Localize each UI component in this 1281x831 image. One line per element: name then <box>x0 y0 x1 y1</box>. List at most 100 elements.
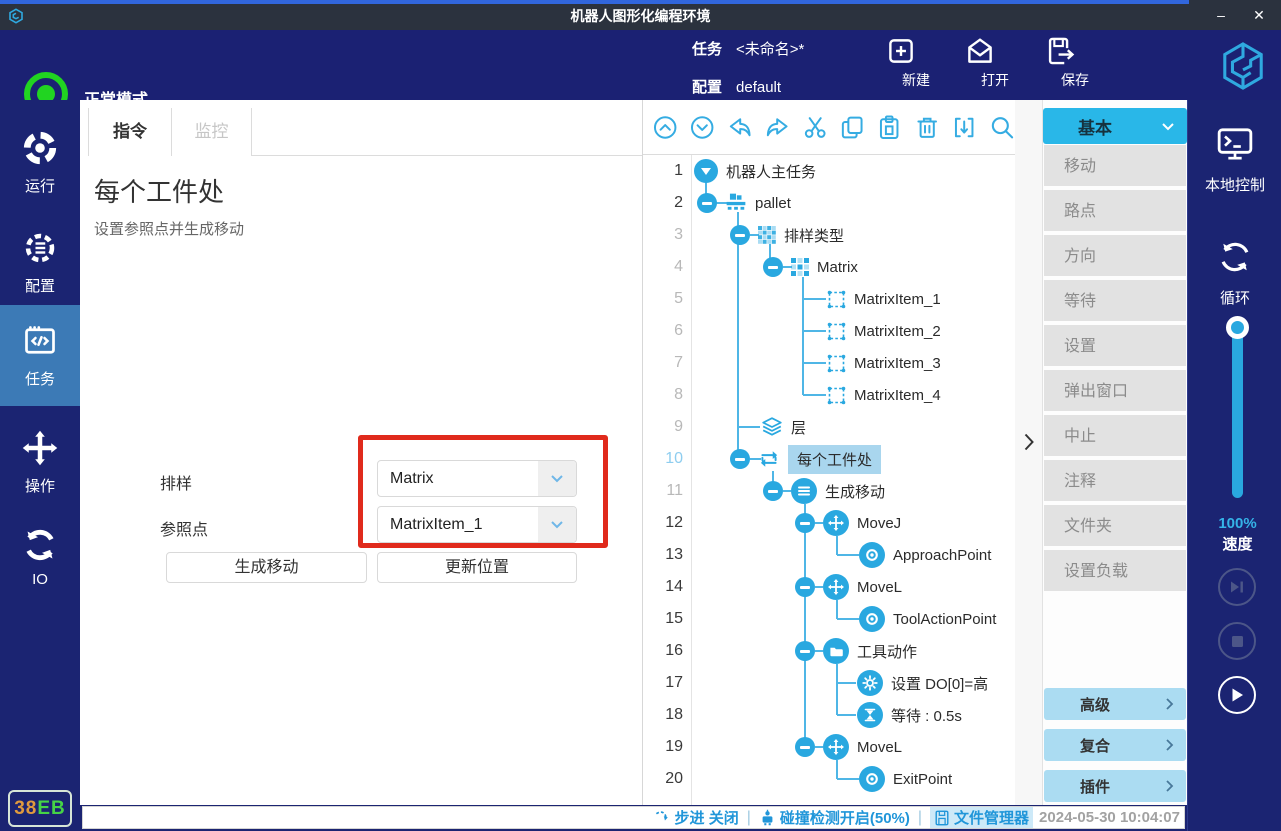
palette-item-wait[interactable]: 等待 <box>1044 280 1186 323</box>
line-number: 4 <box>643 251 683 283</box>
insert-icon[interactable] <box>951 114 977 141</box>
pattern-select[interactable]: Matrix <box>377 460 577 497</box>
play-button[interactable] <box>1218 676 1256 714</box>
chevron-down-icon[interactable] <box>538 507 576 542</box>
new-task-button[interactable]: 新建 <box>884 34 948 90</box>
line-number-divider <box>691 155 692 805</box>
palette-group-plugin[interactable]: 插件 <box>1044 770 1186 802</box>
tab-instruction[interactable]: 指令 <box>88 108 172 156</box>
expand-node-icon[interactable] <box>694 159 718 183</box>
local-control-icon <box>1215 125 1255 163</box>
tree-row-exit-point[interactable]: ExitPoint <box>859 763 952 795</box>
palette-item-popup[interactable]: 弹出窗口 <box>1044 370 1186 413</box>
collapse-node-icon[interactable] <box>795 513 815 533</box>
redo-icon[interactable] <box>764 114 790 141</box>
tree-row-matrix-item[interactable]: MatrixItem_1 <box>827 283 941 315</box>
palette-item-move[interactable]: 移动 <box>1044 145 1186 188</box>
open-task-button[interactable]: 打开 <box>963 34 1027 90</box>
collision-detection-status[interactable]: 碰撞检测开启(50%) <box>759 807 910 828</box>
local-control-button[interactable]: 本地控制 <box>1188 125 1281 195</box>
cut-icon[interactable] <box>802 114 828 141</box>
loop-mode-button[interactable]: 循环 <box>1188 238 1281 308</box>
collapse-node-icon[interactable] <box>697 193 717 213</box>
tree-row-main-task[interactable]: 机器人主任务 <box>694 155 816 187</box>
run-icon <box>22 130 58 166</box>
tree-row-pallet[interactable]: pallet <box>697 187 791 219</box>
sidebar-item-io[interactable]: IO <box>0 510 80 606</box>
tree-row-movej[interactable]: MoveJ <box>795 507 901 539</box>
tab-monitor[interactable]: 监控 <box>172 108 252 156</box>
sidebar-item-config[interactable]: 配置 <box>0 212 80 308</box>
palette-item-set[interactable]: 设置 <box>1044 325 1186 368</box>
sidebar-item-operate[interactable]: 操作 <box>0 412 80 508</box>
tree-row-per-workpiece[interactable]: 每个工件处 <box>730 443 881 475</box>
undo-icon[interactable] <box>727 114 753 141</box>
line-number: 16 <box>643 635 683 667</box>
palette-item-comment[interactable]: 注释 <box>1044 460 1186 503</box>
tree-row-layer[interactable]: 层 <box>761 411 806 443</box>
palette-group-basic[interactable]: 基本 <box>1043 108 1187 144</box>
tree-row-tool-action[interactable]: 工具动作 <box>795 635 917 667</box>
close-button[interactable]: ✕ <box>1247 4 1271 26</box>
tree-row-set-do[interactable]: 设置 DO[0]=高 <box>857 667 988 699</box>
palette-item-direction[interactable]: 方向 <box>1044 235 1186 278</box>
palette-group-composite[interactable]: 复合 <box>1044 729 1186 761</box>
tree-row-matrix-item[interactable]: MatrixItem_4 <box>827 379 941 411</box>
collapse-node-icon[interactable] <box>763 257 783 277</box>
chevron-right-icon[interactable] <box>1023 432 1035 452</box>
paste-icon[interactable] <box>876 114 902 141</box>
layers-icon <box>761 417 783 437</box>
sidebar-item-task[interactable]: 任务 <box>0 305 80 406</box>
tree-row-matrix-item[interactable]: MatrixItem_3 <box>827 347 941 379</box>
collapse-node-icon[interactable] <box>730 449 750 469</box>
open-icon <box>963 34 997 68</box>
expand-all-icon[interactable] <box>689 114 715 141</box>
generate-move-button[interactable]: 生成移动 <box>166 552 367 583</box>
palette-item-waypoint[interactable]: 路点 <box>1044 190 1186 233</box>
page-title: 每个工件处 <box>94 172 224 209</box>
line-number: 1 <box>643 155 683 187</box>
tree-row-tool-action-point[interactable]: ToolActionPoint <box>859 603 996 635</box>
reference-select[interactable]: MatrixItem_1 <box>377 506 577 543</box>
palette-group-advanced[interactable]: 高级 <box>1044 688 1186 720</box>
stop-button[interactable] <box>1218 622 1256 660</box>
speed-value: 100% <box>1188 515 1281 532</box>
tree-row-pattern-type[interactable]: 排样类型 <box>730 219 844 251</box>
tree-row-movel-2[interactable]: MoveL <box>795 731 902 763</box>
tree-row-matrix-item[interactable]: MatrixItem_2 <box>827 315 941 347</box>
palette-item-folder[interactable]: 文件夹 <box>1044 505 1186 548</box>
brand-logo-icon <box>1220 40 1266 92</box>
step-mode-status[interactable]: 步进 关闭 <box>654 807 739 828</box>
search-icon[interactable] <box>989 114 1015 141</box>
palette-item-abort[interactable]: 中止 <box>1044 415 1186 458</box>
save-task-button[interactable]: 保存 <box>1043 34 1107 90</box>
collapse-node-icon[interactable] <box>795 577 815 597</box>
delete-icon[interactable] <box>914 114 940 141</box>
step-forward-button[interactable] <box>1218 568 1256 606</box>
speed-slider-handle[interactable] <box>1226 316 1249 339</box>
line-number: 2 <box>643 187 683 219</box>
chevron-down-icon[interactable] <box>538 461 576 496</box>
tree-row-generate-move[interactable]: 生成移动 <box>763 475 885 507</box>
collapse-node-icon[interactable] <box>763 481 783 501</box>
line-number: 15 <box>643 603 683 635</box>
palette-item-set-payload[interactable]: 设置负载 <box>1044 550 1186 593</box>
speed-slider-track[interactable] <box>1232 328 1243 498</box>
collapse-all-icon[interactable] <box>652 114 678 141</box>
collapse-node-icon[interactable] <box>730 225 750 245</box>
tree-row-movel[interactable]: MoveL <box>795 571 902 603</box>
copy-icon[interactable] <box>839 114 865 141</box>
update-position-button[interactable]: 更新位置 <box>377 552 577 583</box>
tree-row-approach-point[interactable]: ApproachPoint <box>859 539 991 571</box>
panel-expand-strip[interactable] <box>1015 100 1043 805</box>
collapse-node-icon[interactable] <box>795 641 815 661</box>
hourglass-node-icon <box>857 702 883 728</box>
collapse-node-icon[interactable] <box>795 737 815 757</box>
sidebar-item-run[interactable]: 运行 <box>0 112 80 208</box>
line-number: 8 <box>643 379 683 411</box>
file-manager-button[interactable]: 文件管理器 <box>930 807 1033 828</box>
minimize-button[interactable]: – <box>1209 4 1233 26</box>
tree-row-matrix[interactable]: Matrix <box>763 251 858 283</box>
matrix-item-icon <box>827 322 846 341</box>
tree-row-wait[interactable]: 等待 : 0.5s <box>857 699 962 731</box>
